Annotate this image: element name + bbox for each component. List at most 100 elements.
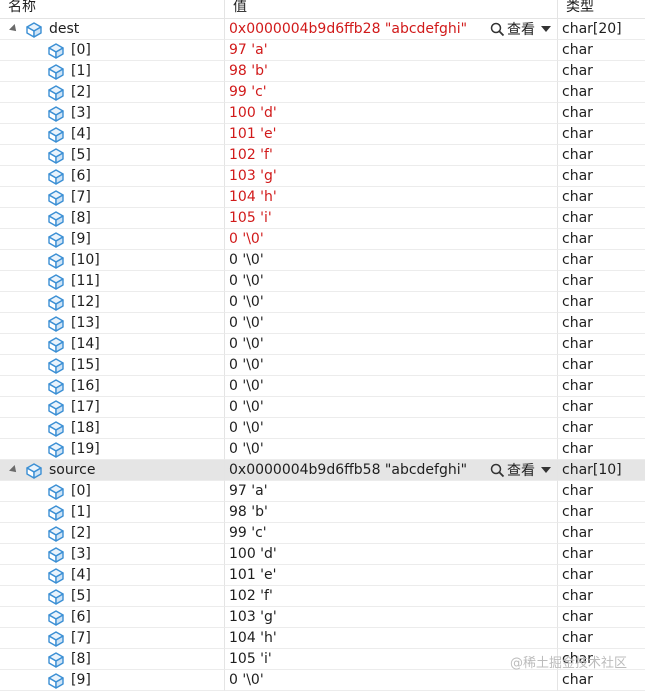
value-cell[interactable]: 101 'e' bbox=[225, 565, 558, 586]
variable-name: [16] bbox=[71, 378, 100, 394]
element-row[interactable]: [6] 103 'g' char bbox=[0, 607, 645, 628]
element-row[interactable]: [0] 97 'a' char bbox=[0, 40, 645, 61]
visualizer-label: 查看 bbox=[507, 22, 535, 38]
value-cell[interactable]: 98 'b' bbox=[225, 61, 558, 82]
value-cell[interactable]: 0x0000004b9d6ffb58 "abcdefghi" 查看 bbox=[225, 460, 558, 481]
value-cell[interactable]: 101 'e' bbox=[225, 124, 558, 145]
variable-name: source bbox=[49, 462, 96, 478]
element-row[interactable]: [15] 0 '\0' char bbox=[0, 355, 645, 376]
name-cell: [7] bbox=[0, 628, 225, 649]
variable-value: 101 'e' bbox=[229, 567, 277, 583]
variable-cube-icon bbox=[48, 442, 64, 458]
value-cell[interactable]: 97 'a' bbox=[225, 40, 558, 61]
value-cell[interactable]: 0 '\0' bbox=[225, 271, 558, 292]
variable-value: 104 'h' bbox=[229, 630, 277, 646]
element-row[interactable]: [2] 99 'c' char bbox=[0, 82, 645, 103]
element-row[interactable]: [6] 103 'g' char bbox=[0, 166, 645, 187]
variable-cube-icon bbox=[48, 169, 64, 185]
element-row[interactable]: [19] 0 '\0' char bbox=[0, 439, 645, 460]
value-cell[interactable]: 105 'i' bbox=[225, 649, 558, 670]
value-cell[interactable]: 99 'c' bbox=[225, 82, 558, 103]
value-cell[interactable]: 97 'a' bbox=[225, 481, 558, 502]
value-cell[interactable]: 0 '\0' bbox=[225, 418, 558, 439]
value-cell[interactable]: 0 '\0' bbox=[225, 313, 558, 334]
value-cell[interactable]: 0 '\0' bbox=[225, 397, 558, 418]
value-cell[interactable]: 0x0000004b9d6ffb28 "abcdefghi" 查看 bbox=[225, 19, 558, 40]
expand-collapse-icon[interactable] bbox=[9, 465, 19, 475]
element-row[interactable]: [12] 0 '\0' char bbox=[0, 292, 645, 313]
magnifier-icon bbox=[490, 463, 505, 478]
variable-row-source[interactable]: source 0x0000004b9d6ffb58 "abcdefghi" 查看 ch… bbox=[0, 460, 645, 481]
column-header-name[interactable]: 名称 bbox=[0, 0, 225, 18]
element-row[interactable]: [3] 100 'd' char bbox=[0, 544, 645, 565]
element-row[interactable]: [1] 98 'b' char bbox=[0, 502, 645, 523]
element-row[interactable]: [5] 102 'f' char bbox=[0, 586, 645, 607]
element-row[interactable]: [8] 105 'i' char bbox=[0, 208, 645, 229]
value-cell[interactable]: 100 'd' bbox=[225, 103, 558, 124]
type-cell: char bbox=[558, 565, 645, 586]
value-cell[interactable]: 103 'g' bbox=[225, 166, 558, 187]
element-row[interactable]: [4] 101 'e' char bbox=[0, 565, 645, 586]
element-row[interactable]: [7] 104 'h' char bbox=[0, 187, 645, 208]
value-cell[interactable]: 104 'h' bbox=[225, 628, 558, 649]
value-cell[interactable]: 104 'h' bbox=[225, 187, 558, 208]
value-cell[interactable]: 102 'f' bbox=[225, 586, 558, 607]
element-row[interactable]: [1] 98 'b' char bbox=[0, 61, 645, 82]
type-cell: char bbox=[558, 439, 645, 460]
name-cell: [18] bbox=[0, 418, 225, 439]
variable-row-dest[interactable]: dest 0x0000004b9d6ffb28 "abcdefghi" 查看 char… bbox=[0, 19, 645, 40]
type-cell: char bbox=[558, 124, 645, 145]
value-cell[interactable]: 0 '\0' bbox=[225, 334, 558, 355]
element-row[interactable]: [5] 102 'f' char bbox=[0, 145, 645, 166]
column-header-type[interactable]: 类型 bbox=[558, 0, 645, 18]
element-row[interactable]: [17] 0 '\0' char bbox=[0, 397, 645, 418]
value-cell[interactable]: 105 'i' bbox=[225, 208, 558, 229]
value-cell[interactable]: 0 '\0' bbox=[225, 670, 558, 691]
value-cell[interactable]: 0 '\0' bbox=[225, 355, 558, 376]
element-row[interactable]: [9] 0 '\0' char bbox=[0, 670, 645, 691]
value-cell[interactable]: 0 '\0' bbox=[225, 292, 558, 313]
element-row[interactable]: [2] 99 'c' char bbox=[0, 523, 645, 544]
value-cell[interactable]: 100 'd' bbox=[225, 544, 558, 565]
name-cell: [16] bbox=[0, 376, 225, 397]
element-row[interactable]: [3] 100 'd' char bbox=[0, 103, 645, 124]
type-cell: char bbox=[558, 523, 645, 544]
value-cell[interactable]: 98 'b' bbox=[225, 502, 558, 523]
variable-cube-icon bbox=[48, 316, 64, 332]
variable-cube-icon bbox=[48, 106, 64, 122]
variable-name: [7] bbox=[71, 630, 91, 646]
text-visualizer-button[interactable]: 查看 bbox=[490, 19, 551, 39]
type-cell: char bbox=[558, 502, 645, 523]
value-cell[interactable]: 102 'f' bbox=[225, 145, 558, 166]
value-cell[interactable]: 0 '\0' bbox=[225, 376, 558, 397]
element-row[interactable]: [18] 0 '\0' char bbox=[0, 418, 645, 439]
value-cell[interactable]: 0 '\0' bbox=[225, 229, 558, 250]
element-row[interactable]: [7] 104 'h' char bbox=[0, 628, 645, 649]
variable-cube-icon bbox=[48, 484, 64, 500]
dropdown-arrow-icon[interactable] bbox=[541, 26, 551, 32]
element-row[interactable]: [16] 0 '\0' char bbox=[0, 376, 645, 397]
type-cell: char bbox=[558, 355, 645, 376]
expand-collapse-icon[interactable] bbox=[9, 24, 19, 34]
element-row[interactable]: [4] 101 'e' char bbox=[0, 124, 645, 145]
name-cell: [1] bbox=[0, 502, 225, 523]
value-cell[interactable]: 0 '\0' bbox=[225, 439, 558, 460]
text-visualizer-button[interactable]: 查看 bbox=[490, 460, 551, 480]
variable-cube-icon bbox=[48, 127, 64, 143]
element-row[interactable]: [10] 0 '\0' char bbox=[0, 250, 645, 271]
variable-cube-icon bbox=[48, 421, 64, 437]
column-header-value[interactable]: 值 bbox=[225, 0, 558, 18]
element-row[interactable]: [11] 0 '\0' char bbox=[0, 271, 645, 292]
value-cell[interactable]: 99 'c' bbox=[225, 523, 558, 544]
variable-name: [1] bbox=[71, 504, 91, 520]
value-cell[interactable]: 0 '\0' bbox=[225, 250, 558, 271]
dropdown-arrow-icon[interactable] bbox=[541, 467, 551, 473]
type-cell: char bbox=[558, 208, 645, 229]
value-cell[interactable]: 103 'g' bbox=[225, 607, 558, 628]
element-row[interactable]: [0] 97 'a' char bbox=[0, 481, 645, 502]
element-row[interactable]: [14] 0 '\0' char bbox=[0, 334, 645, 355]
element-row[interactable]: [13] 0 '\0' char bbox=[0, 313, 645, 334]
variable-value: 98 'b' bbox=[229, 63, 268, 79]
type-cell: char bbox=[558, 292, 645, 313]
element-row[interactable]: [9] 0 '\0' char bbox=[0, 229, 645, 250]
